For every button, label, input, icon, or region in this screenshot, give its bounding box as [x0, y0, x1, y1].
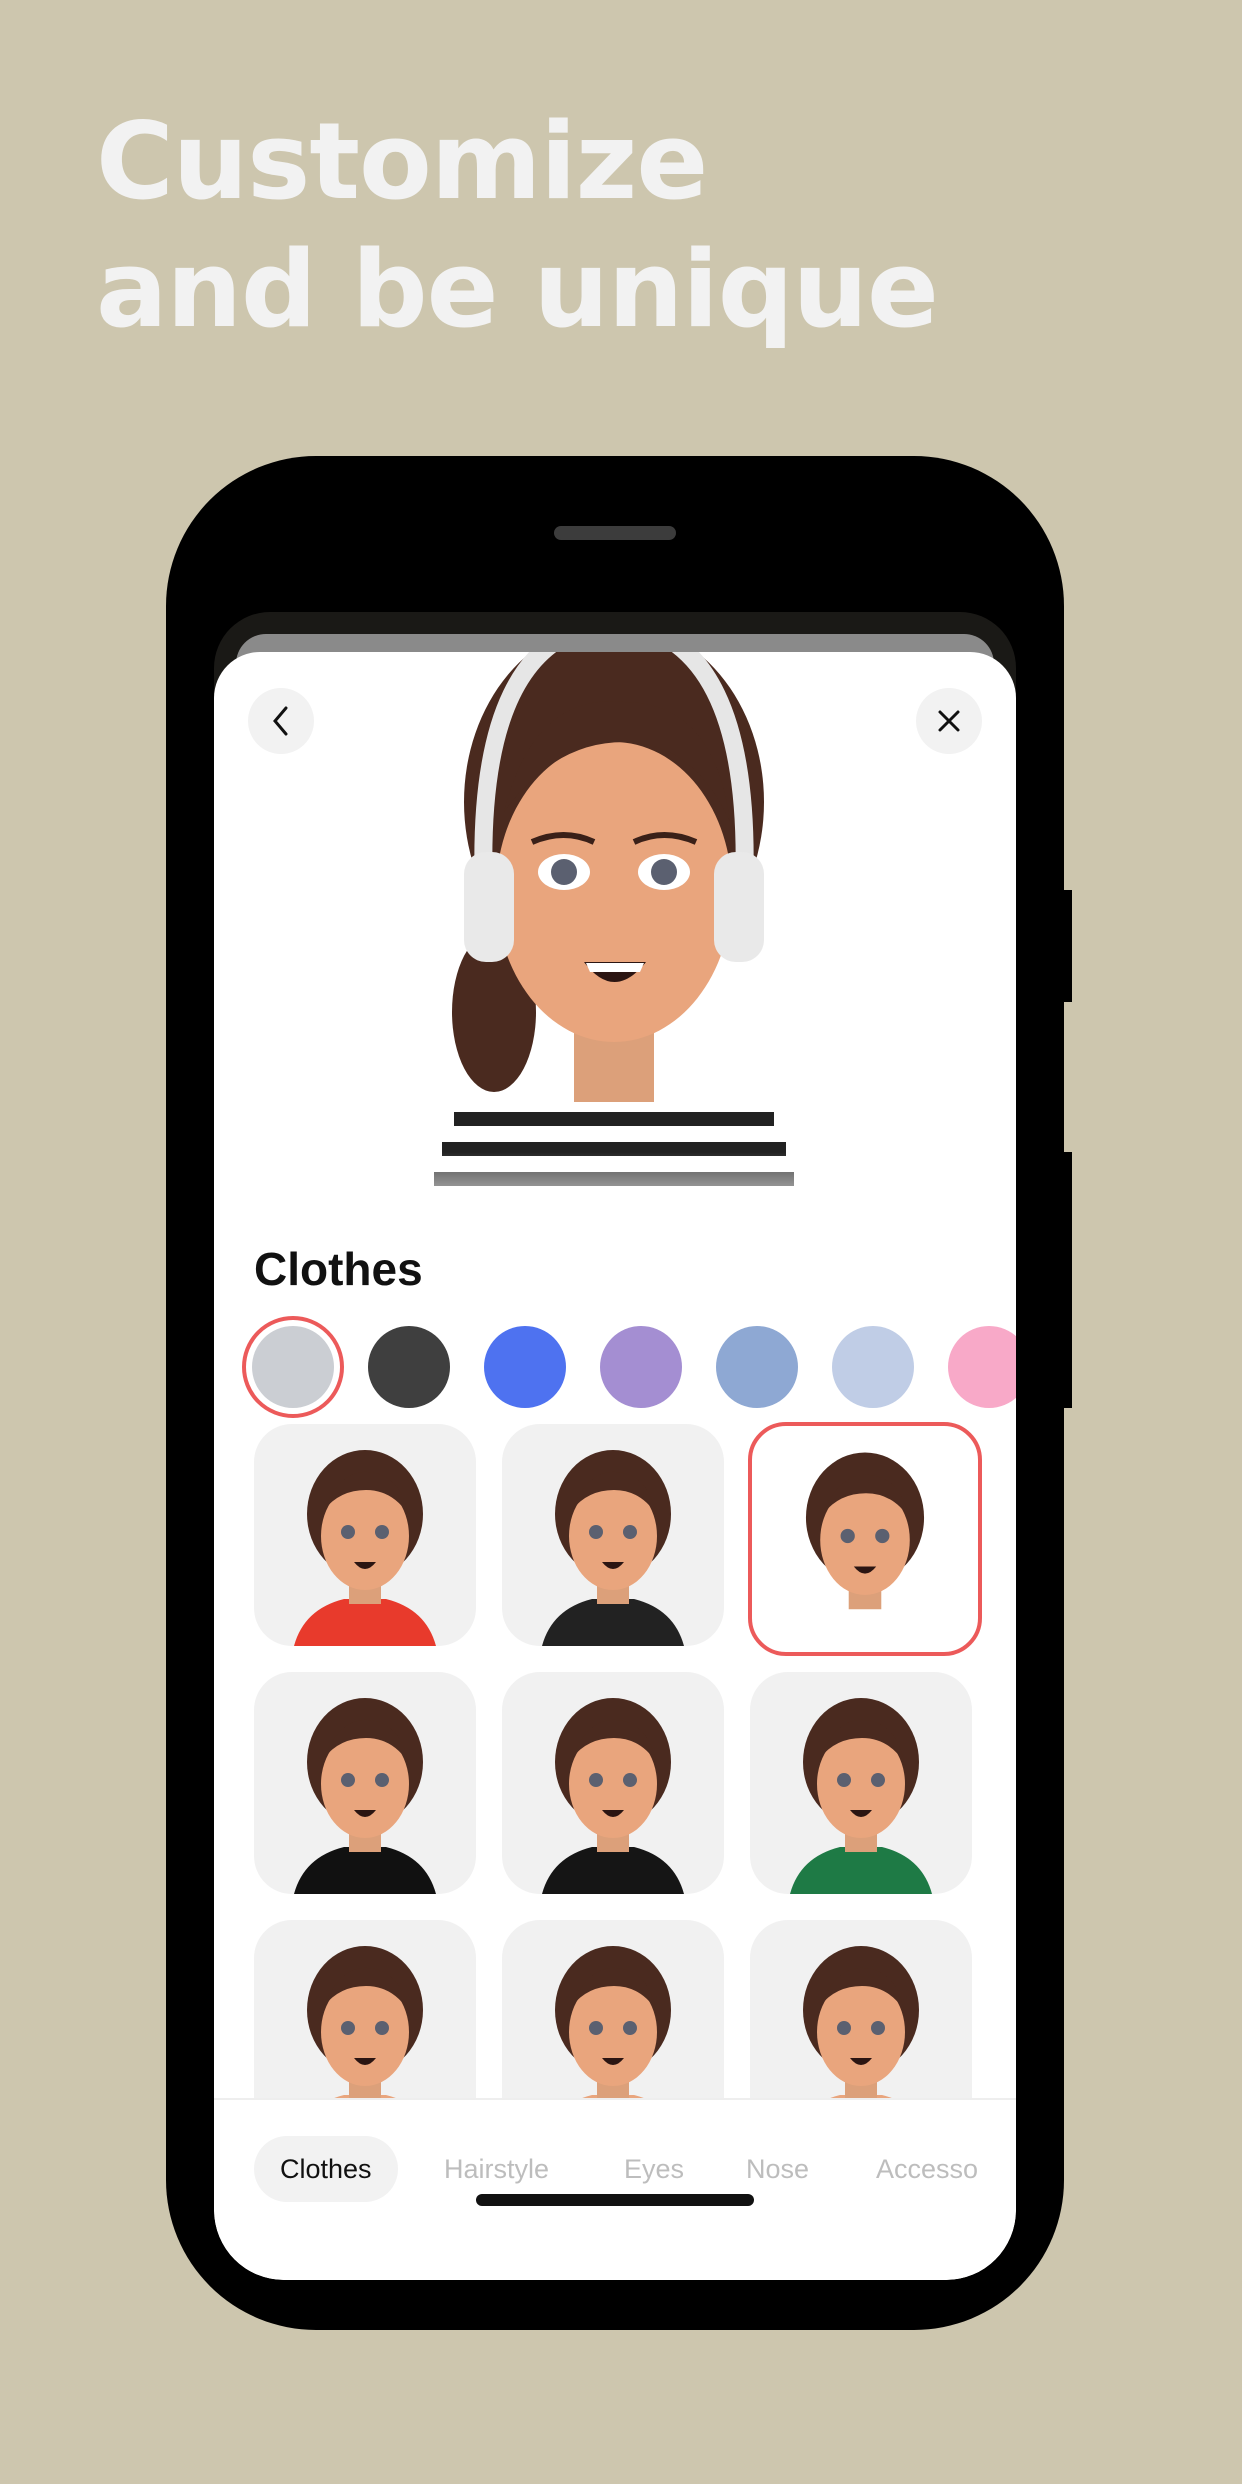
tab-accesso[interactable]: Accesso	[876, 2136, 978, 2202]
avatar-thumbnail	[542, 1698, 684, 1894]
color-swatch-dark-gray[interactable]	[368, 1326, 450, 1408]
outfit-tile-cat-ears-sunglasses-jacket[interactable]	[502, 1672, 724, 1894]
color-swatch-steel-blue[interactable]	[716, 1326, 798, 1408]
outfit-tile-headphones-striped-shirt[interactable]	[748, 1422, 982, 1656]
back-button[interactable]	[248, 688, 314, 754]
tab-hairstyle[interactable]: Hairstyle	[444, 2136, 549, 2202]
avatar-editor-sheet: Clothes Clothes Hairstyle Eyes Nose Accesso	[214, 652, 1016, 2280]
category-tab-bar: Clothes Hairstyle Eyes Nose Accesso	[214, 2098, 1016, 2280]
color-swatch-light-gray[interactable]	[242, 1316, 344, 1418]
tab-clothes[interactable]: Clothes	[254, 2136, 398, 2202]
headline-line-1: Customize	[96, 100, 708, 223]
avatar-face	[496, 742, 732, 1042]
section-title: Clothes	[254, 1243, 423, 1295]
phone-screen: Clothes Clothes Hairstyle Eyes Nose Accesso	[214, 612, 1016, 2280]
close-button[interactable]	[916, 688, 982, 754]
avatar-thumbnail	[294, 1450, 436, 1646]
headline: Customize and be unique	[96, 98, 939, 354]
outfit-tile-headband-green-jacket[interactable]	[750, 1672, 972, 1894]
phone-side-button	[1062, 890, 1072, 1002]
color-swatch-purple[interactable]	[600, 1326, 682, 1408]
tab-nose[interactable]: Nose	[746, 2136, 809, 2202]
avatar-thumbnail	[294, 1698, 436, 1894]
outfit-tile-star-glasses-gold-chain[interactable]	[502, 1424, 724, 1646]
outfit-tile-red-camisole[interactable]	[254, 1424, 476, 1646]
home-indicator	[476, 2194, 754, 2206]
avatar-preview	[434, 652, 794, 1212]
color-swatch-blue[interactable]	[484, 1326, 566, 1408]
headline-line-2: and be unique	[96, 228, 939, 351]
color-swatch-light-blue[interactable]	[832, 1326, 914, 1408]
tab-eyes[interactable]: Eyes	[624, 2136, 684, 2202]
phone-speaker	[554, 526, 676, 540]
color-swatch-pink[interactable]	[948, 1326, 1016, 1408]
hero-fade	[214, 1152, 1016, 1232]
avatar-thumbnail	[790, 1698, 932, 1894]
close-icon	[938, 710, 960, 732]
avatar-thumbnail	[542, 1450, 684, 1646]
avatar-thumbnail	[792, 1452, 938, 1652]
phone-frame: Clothes Clothes Hairstyle Eyes Nose Accesso	[166, 456, 1072, 2330]
chevron-left-icon	[273, 706, 288, 736]
color-swatches	[242, 1316, 1016, 1418]
phone-volume-button	[1062, 1152, 1072, 1408]
outfit-tile-flower-crown-black-top[interactable]	[254, 1672, 476, 1894]
